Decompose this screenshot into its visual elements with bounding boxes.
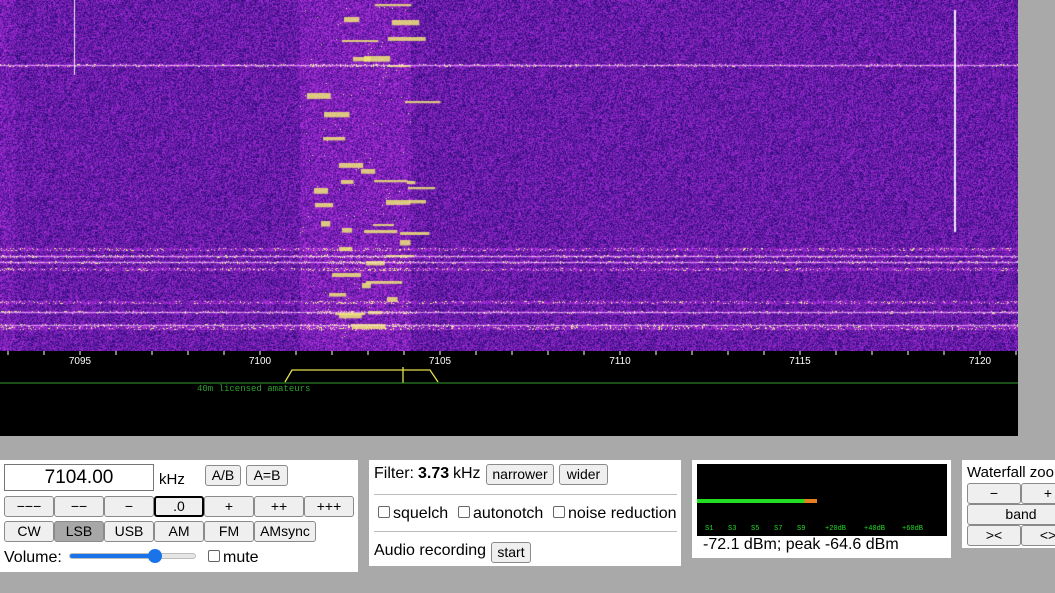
vfo-a-equals-b-button[interactable]: A=B: [246, 465, 288, 486]
smeter-scale-s1: S1: [705, 525, 713, 533]
filter-divider-2: [374, 531, 677, 532]
smeter-scale-plus20: +20dB: [825, 525, 846, 533]
filter-width-unit: kHz: [453, 465, 481, 482]
waterfall-canvas[interactable]: [0, 0, 1018, 351]
smeter-scale-s7: S7: [774, 525, 782, 533]
mode-amsync-button[interactable]: AMsync: [254, 521, 316, 542]
autonotch-checkbox[interactable]: [458, 506, 470, 518]
filter-wider-button[interactable]: wider: [559, 464, 608, 485]
mode-fm-button[interactable]: FM: [204, 521, 254, 542]
mode-usb-button[interactable]: USB: [104, 521, 154, 542]
noise-reduction-label: noise reduction: [568, 505, 677, 522]
volume-slider[interactable]: [69, 549, 196, 563]
mute-label: mute: [223, 549, 259, 566]
scale-label-7095: 7095: [69, 356, 92, 367]
filter-width-value: 3.73: [418, 465, 450, 482]
filter-panel: Filter: 3.73 kHz narrower wider squelch …: [369, 460, 681, 566]
autonotch-label: autonotch: [473, 505, 544, 522]
step-up-small-button[interactable]: +: [204, 496, 254, 517]
volume-label: Volume:: [4, 549, 62, 566]
waterfall-band-button[interactable]: band: [967, 504, 1055, 525]
smeter-readout: -72.1 dBm; peak -64.6 dBm: [703, 536, 899, 553]
waterfall-zoom-out-button[interactable]: −: [967, 483, 1021, 504]
audio-recording-start-button[interactable]: start: [491, 542, 531, 563]
scale-label-7100: 7100: [249, 356, 272, 367]
waterfall-widen-button[interactable]: <>: [1021, 525, 1055, 546]
step-down-medium-button[interactable]: −−: [54, 496, 104, 517]
scale-label-7105: 7105: [429, 356, 452, 367]
smeter-scale-plus60: +60dB: [902, 525, 923, 533]
smeter-display: S1 S3 S5 S7 S9 +20dB +40dB +60dB: [697, 464, 947, 536]
band-label: 40m licensed amateurs: [197, 384, 310, 394]
mode-lsb-button[interactable]: LSB: [54, 521, 104, 542]
squelch-checkbox[interactable]: [378, 506, 390, 518]
smeter-scale-plus40: +40dB: [864, 525, 885, 533]
frequency-panel: kHz A/B A=B −−− −− − .0 + ++ +++ CW LSB …: [0, 460, 358, 572]
smeter-panel: S1 S3 S5 S7 S9 +20dB +40dB +60dB -72.1 d…: [692, 460, 951, 558]
scale-label-7110: 7110: [609, 356, 631, 367]
waterfall-narrow-button[interactable]: ><: [967, 525, 1021, 546]
smeter-peak-bar: [804, 499, 817, 503]
volume-slider-fill: [70, 554, 155, 558]
audio-recording-label: Audio recording: [374, 542, 487, 559]
mode-cw-button[interactable]: CW: [4, 521, 54, 542]
filter-divider-1: [374, 494, 677, 495]
waterfall-display[interactable]: [0, 0, 1018, 351]
mute-checkbox[interactable]: [208, 550, 220, 562]
squelch-label: squelch: [393, 505, 449, 522]
volume-slider-thumb[interactable]: [148, 549, 162, 563]
smeter-level-bar: [697, 499, 805, 503]
scale-label-7120: 7120: [969, 356, 992, 367]
step-down-large-button[interactable]: −−−: [4, 496, 54, 517]
scale-label-7115: 7115: [789, 356, 811, 367]
step-down-small-button[interactable]: −: [104, 496, 154, 517]
smeter-scale-s9: S9: [797, 525, 805, 533]
waterfall-zoom-in-button[interactable]: +: [1021, 483, 1055, 504]
smeter-scale-s3: S3: [728, 525, 736, 533]
step-up-medium-button[interactable]: ++: [254, 496, 304, 517]
vfo-ab-button[interactable]: A/B: [205, 465, 241, 486]
round-frequency-button[interactable]: .0: [154, 496, 204, 517]
noise-reduction-checkbox[interactable]: [553, 506, 565, 518]
mode-am-button[interactable]: AM: [154, 521, 204, 542]
frequency-input[interactable]: [4, 464, 154, 491]
smeter-scale-s5: S5: [751, 525, 759, 533]
frequency-unit: kHz: [159, 471, 185, 488]
step-up-large-button[interactable]: +++: [304, 496, 354, 517]
frequency-scale-svg[interactable]: 7095 7100 7105 7110 7115 7120 40m licens…: [0, 351, 1018, 436]
smeter-svg: S1 S3 S5 S7 S9 +20dB +40dB +60dB: [697, 499, 923, 533]
filter-label: Filter:: [374, 465, 414, 482]
frequency-scale[interactable]: 7095 7100 7105 7110 7115 7120 40m licens…: [0, 351, 1018, 436]
waterfall-zoom-title: Waterfall zoom: [967, 464, 1055, 481]
waterfall-zoom-panel: Waterfall zoom − + band >< <>: [962, 460, 1055, 548]
filter-narrower-button[interactable]: narrower: [486, 464, 554, 485]
passband-indicator[interactable]: [284, 369, 439, 383]
